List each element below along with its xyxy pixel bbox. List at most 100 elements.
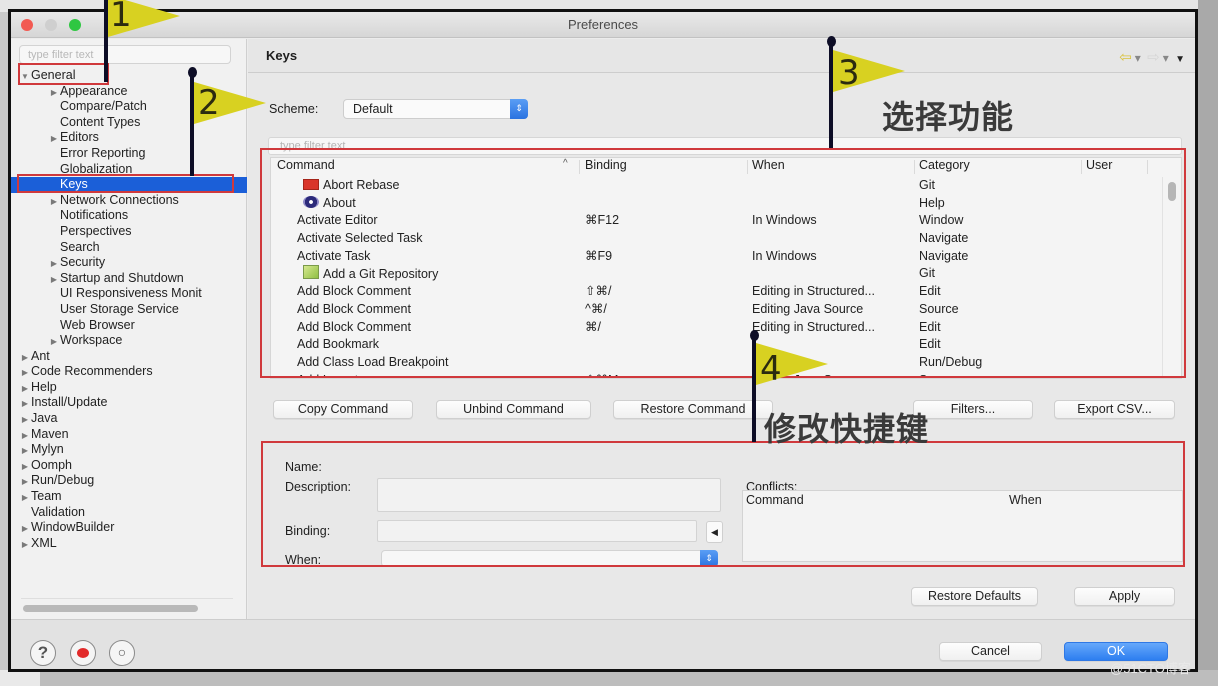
- forward-arrow-icon[interactable]: ⇨: [1147, 49, 1160, 66]
- record-macro-icon[interactable]: [70, 640, 96, 666]
- column-divider[interactable]: [1081, 160, 1082, 174]
- tree-item-network-connections[interactable]: ▶ Network Connections: [11, 193, 247, 209]
- table-row[interactable]: Activate Task ⌘F9 In Windows Navigate: [271, 248, 1181, 266]
- description-field[interactable]: [377, 478, 721, 512]
- table-row[interactable]: Add Bookmark Edit: [271, 336, 1181, 354]
- restore-defaults-button[interactable]: Restore Defaults: [911, 587, 1038, 606]
- table-row[interactable]: Activate Editor ⌘F12 In Windows Window: [271, 212, 1181, 230]
- tree-item-error-reporting[interactable]: Error Reporting: [11, 146, 247, 162]
- tree-horizontal-scrollbar[interactable]: [23, 605, 198, 612]
- column-header-when[interactable]: When: [752, 158, 914, 172]
- column-divider[interactable]: [579, 160, 580, 174]
- export-csv-button[interactable]: Export CSV...: [1054, 400, 1175, 419]
- tree-item-windowbuilder[interactable]: ▶ WindowBuilder: [11, 520, 247, 536]
- tree-item-validation[interactable]: Validation: [11, 505, 247, 521]
- tree-filter-input[interactable]: type filter text: [19, 45, 231, 64]
- tree-item-notifications[interactable]: Notifications: [11, 208, 247, 224]
- table-row[interactable]: Add Class Load Breakpoint Run/Debug: [271, 354, 1181, 372]
- cell-category: Navigate: [919, 230, 1079, 248]
- tree-item-workspace[interactable]: ▶ Workspace: [11, 333, 247, 349]
- conflicts-column-command[interactable]: Command: [746, 493, 804, 507]
- table-vertical-scrollbar[interactable]: [1168, 182, 1176, 201]
- apply-button[interactable]: Apply: [1074, 587, 1175, 606]
- column-header-command[interactable]: Command: [277, 158, 577, 172]
- lightbulb-icon[interactable]: ○: [109, 640, 135, 666]
- column-header-user[interactable]: User: [1086, 158, 1146, 172]
- collapsed-arrow-icon[interactable]: ▶: [19, 396, 31, 412]
- collapsed-arrow-icon[interactable]: ▶: [48, 256, 60, 272]
- table-row[interactable]: Activate Selected Task Navigate: [271, 230, 1181, 248]
- tree-item-run-debug[interactable]: ▶ Run/Debug: [11, 473, 247, 489]
- tree-item-startup-and-shutdown[interactable]: ▶ Startup and Shutdown: [11, 271, 247, 287]
- table-row[interactable]: Add Block Comment ⇧⌘/ Editing in Structure…: [271, 283, 1181, 301]
- binding-field[interactable]: [377, 520, 697, 542]
- tree-item-ant[interactable]: ▶ Ant: [11, 349, 247, 365]
- conflicts-column-when[interactable]: When: [1009, 493, 1042, 507]
- tree-item-team[interactable]: ▶ Team: [11, 489, 247, 505]
- column-divider[interactable]: [1147, 160, 1148, 174]
- filters-button[interactable]: Filters...: [913, 400, 1033, 419]
- collapsed-arrow-icon[interactable]: ▶: [19, 490, 31, 506]
- tree-item-maven[interactable]: ▶ Maven: [11, 427, 247, 443]
- table-row[interactable]: About Help: [271, 195, 1181, 213]
- collapsed-arrow-icon[interactable]: ▶: [19, 459, 31, 475]
- collapsed-arrow-icon[interactable]: ▶: [48, 85, 60, 101]
- when-select[interactable]: ⇕: [381, 550, 718, 567]
- tree-item-code-recommenders[interactable]: ▶ Code Recommenders: [11, 364, 247, 380]
- collapsed-arrow-icon[interactable]: ▶: [48, 194, 60, 210]
- collapsed-arrow-icon[interactable]: ▶: [19, 350, 31, 366]
- tree-item-web-browser[interactable]: Web Browser: [11, 318, 247, 334]
- table-row[interactable]: Add Block Comment ⌘/ Editing in Structured…: [271, 319, 1181, 337]
- table-row[interactable]: Add a Git Repository Git: [271, 265, 1181, 283]
- close-window-button[interactable]: [21, 19, 33, 31]
- table-row[interactable]: Add Block Comment ^⌘/ Editing Java Source S…: [271, 301, 1181, 319]
- tree-item-install-update[interactable]: ▶ Install/Update: [11, 395, 247, 411]
- collapsed-arrow-icon[interactable]: ▶: [19, 412, 31, 428]
- back-dropdown-icon[interactable]: ▾: [1135, 51, 1141, 65]
- tree-item-java[interactable]: ▶ Java: [11, 411, 247, 427]
- tree-item-ui-responsiveness-monit[interactable]: UI Responsiveness Monit: [11, 286, 247, 302]
- tree-item-search[interactable]: Search: [11, 240, 247, 256]
- collapsed-arrow-icon[interactable]: ▶: [48, 131, 60, 147]
- collapsed-arrow-icon[interactable]: ▶: [19, 428, 31, 444]
- view-menu-icon[interactable]: ▼: [1175, 54, 1185, 65]
- column-header-binding[interactable]: Binding: [585, 158, 745, 172]
- column-divider[interactable]: [747, 160, 748, 174]
- collapsed-arrow-icon[interactable]: ▶: [48, 272, 60, 288]
- table-row[interactable]: Abort Rebase Git: [271, 177, 1181, 195]
- help-icon[interactable]: ?: [30, 640, 56, 666]
- restore-command-button[interactable]: Restore Command: [613, 400, 773, 419]
- tree-item-keys[interactable]: Keys: [11, 177, 247, 193]
- minimize-window-button[interactable]: [45, 19, 57, 31]
- collapsed-arrow-icon[interactable]: ▶: [19, 474, 31, 490]
- tree-item-globalization[interactable]: Globalization: [11, 162, 247, 178]
- expanded-arrow-icon[interactable]: ▼: [19, 69, 31, 85]
- binding-menu-arrow-icon[interactable]: ◀: [706, 521, 723, 543]
- collapsed-arrow-icon[interactable]: ▶: [19, 365, 31, 381]
- tree-item-user-storage-service[interactable]: User Storage Service: [11, 302, 247, 318]
- keys-filter-input[interactable]: type filter text: [268, 137, 1182, 155]
- tree-item-xml[interactable]: ▶ XML: [11, 536, 247, 552]
- scheme-select[interactable]: Default ⇕: [343, 99, 528, 119]
- maximize-window-button[interactable]: [69, 19, 81, 31]
- column-header-category[interactable]: Category: [919, 158, 1079, 172]
- column-divider[interactable]: [914, 160, 915, 174]
- tree-item-help[interactable]: ▶ Help: [11, 380, 247, 396]
- collapsed-arrow-icon[interactable]: ▶: [48, 334, 60, 350]
- tree-item-security[interactable]: ▶ Security: [11, 255, 247, 271]
- copy-command-button[interactable]: Copy Command: [273, 400, 413, 419]
- collapsed-arrow-icon[interactable]: ▶: [19, 443, 31, 459]
- tree-item-oomph[interactable]: ▶ Oomph: [11, 458, 247, 474]
- tree-item-mylyn[interactable]: ▶ Mylyn: [11, 442, 247, 458]
- cancel-button[interactable]: Cancel: [939, 642, 1042, 661]
- table-row[interactable]: Add Import⇧⌘MEditing Java SourceSource: [271, 372, 1181, 378]
- back-arrow-icon[interactable]: ⇦: [1119, 49, 1132, 66]
- tree-item-editors[interactable]: ▶ Editors: [11, 130, 247, 146]
- collapsed-arrow-icon[interactable]: ▶: [19, 537, 31, 553]
- forward-dropdown-icon[interactable]: ▾: [1163, 51, 1169, 65]
- collapsed-arrow-icon[interactable]: ▶: [19, 521, 31, 537]
- tree-item-perspectives[interactable]: Perspectives: [11, 224, 247, 240]
- collapsed-arrow-icon[interactable]: ▶: [19, 381, 31, 397]
- unbind-command-button[interactable]: Unbind Command: [436, 400, 591, 419]
- cell-when: In Windows: [752, 248, 914, 266]
